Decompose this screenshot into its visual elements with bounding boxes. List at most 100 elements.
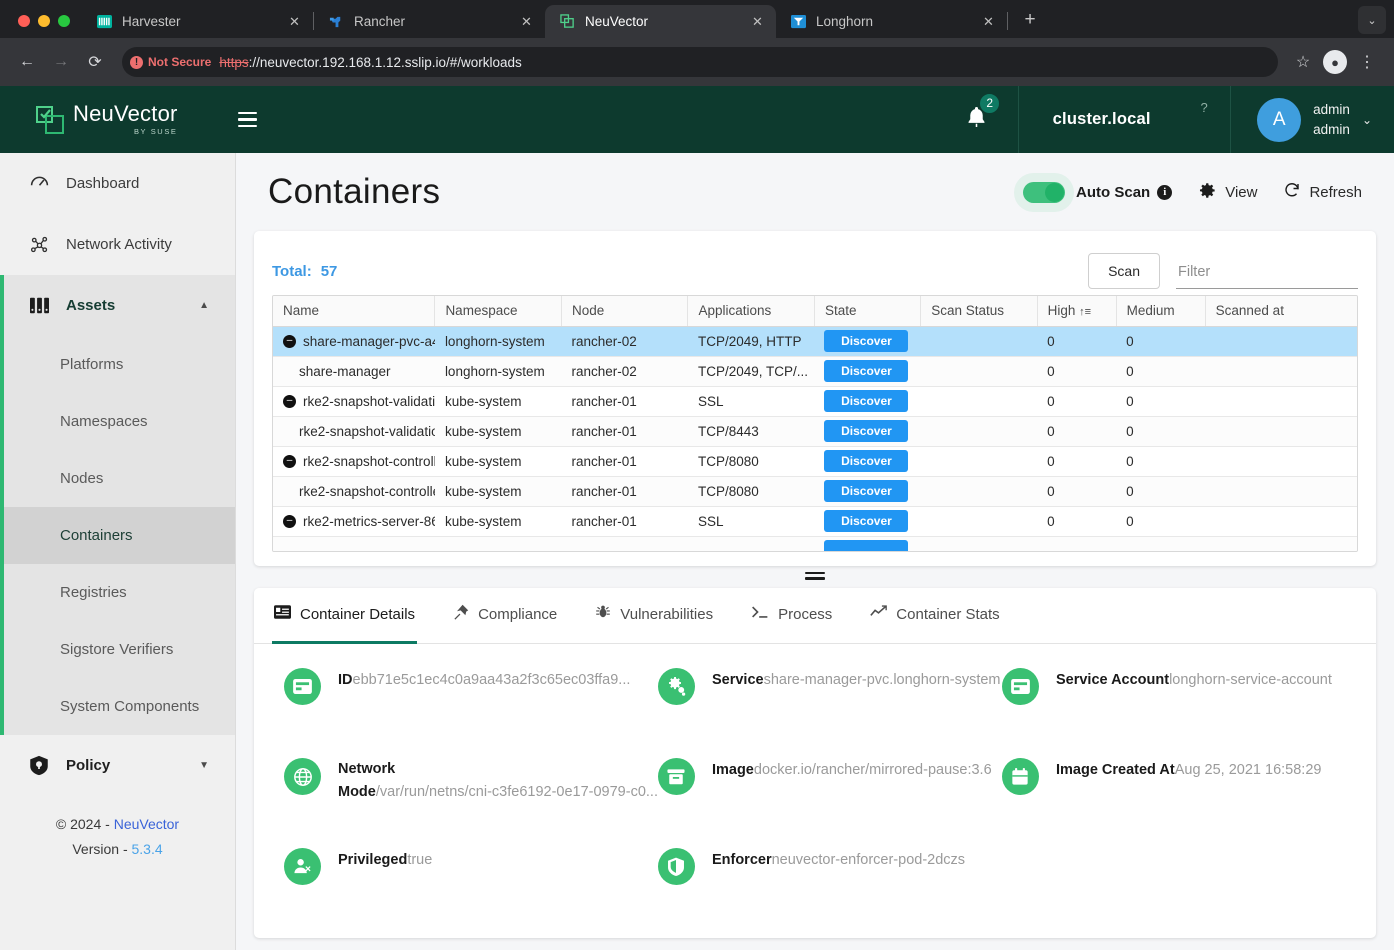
sidebar-item-label: Assets (66, 297, 116, 314)
column-header-name[interactable]: Name (273, 296, 436, 327)
state-badge[interactable]: Discover (824, 360, 909, 382)
close-icon[interactable]: ✕ (286, 13, 303, 30)
tab-container-stats[interactable]: Container Stats (868, 588, 1001, 644)
tab-container-details[interactable]: Container Details (272, 588, 418, 644)
close-window-button[interactable] (18, 15, 30, 27)
collapse-icon[interactable]: – (283, 514, 296, 528)
page-header: Containers Auto Scan i View Refresh (254, 153, 1376, 231)
table-row[interactable]: rke2-snapshot-validation kube-system ran… (273, 416, 1357, 447)
close-icon[interactable]: ✕ (980, 13, 997, 30)
sidebar-item-dashboard[interactable]: Dashboard (0, 153, 235, 214)
logo-subtitle: BY SUSE (133, 127, 178, 137)
app-logo[interactable]: NeuVector BY SUSE (0, 103, 178, 136)
maximize-window-button[interactable] (58, 15, 70, 27)
not-secure-badge[interactable]: ! Not Secure (130, 55, 211, 69)
browser-tab-label: Rancher (354, 14, 406, 29)
sidebar-item-system-components[interactable]: System Components (4, 678, 235, 735)
close-icon[interactable]: ✕ (518, 13, 535, 30)
scan-button[interactable]: Scan (1088, 253, 1160, 289)
collapse-icon[interactable]: – (283, 454, 296, 468)
row-medium: 0 (1116, 446, 1206, 477)
table-row[interactable]: rke2-snapshot-controlle kube-system ranc… (273, 476, 1357, 507)
tab-process[interactable]: Process (749, 588, 834, 644)
row-scan-status (920, 356, 1038, 387)
state-badge[interactable]: Discover (824, 510, 909, 532)
containers-table-wrapper[interactable]: Name Namespace Node Applications State S… (272, 295, 1358, 552)
tab-list-chevron-down-icon[interactable]: ⌄ (1358, 6, 1386, 34)
minimize-window-button[interactable] (38, 15, 50, 27)
notifications-button[interactable]: 2 (935, 92, 1018, 135)
table-row[interactable]: share-manager longhorn-system rancher-02… (273, 356, 1357, 387)
close-icon[interactable]: ✕ (749, 13, 766, 30)
chevron-down-icon[interactable]: ⌄ (1362, 113, 1372, 127)
globe-icon (284, 758, 321, 795)
column-header-scanned-at[interactable]: Scanned at (1205, 296, 1357, 327)
table-row[interactable]: – rke2-metrics-server-86 kube-system ranc… (273, 506, 1357, 537)
view-button[interactable]: View (1198, 181, 1257, 204)
sidebar-item-sigstore-verifiers[interactable]: Sigstore Verifiers (4, 621, 235, 678)
auto-scan-toggle[interactable]: Auto Scan i (1023, 181, 1173, 203)
address-bar[interactable]: ! Not Secure https://neuvector.192.168.1… (122, 47, 1278, 77)
browser-tab-longhorn[interactable]: Longhorn ✕ (776, 5, 1007, 38)
row-applications: TCP/2049, HTTP (687, 326, 815, 357)
user-menu[interactable]: A admin admin ⌄ (1231, 97, 1394, 142)
browser-tab-neuvector[interactable]: NeuVector ✕ (545, 5, 776, 38)
refresh-button[interactable]: Refresh (1283, 181, 1362, 203)
column-header-scan-status[interactable]: Scan Status (920, 296, 1038, 327)
table-row-partial[interactable] (273, 536, 1357, 551)
sidebar-item-policy[interactable]: Policy ▼ (0, 735, 235, 796)
column-header-high[interactable]: High ↑≡ (1037, 296, 1117, 327)
chevron-down-icon[interactable]: ▼ (199, 760, 209, 771)
browser-tab-harvester[interactable]: Harvester ✕ (82, 5, 313, 38)
panel-splitter[interactable] (254, 566, 1376, 588)
row-name: – rke2-snapshot-controll (283, 454, 435, 469)
toggle-switch[interactable] (1023, 181, 1066, 203)
avatar: A (1257, 97, 1302, 142)
column-header-node[interactable]: Node (561, 296, 689, 327)
table-row[interactable]: – share-manager-pvc-a4 longhorn-system ra… (273, 326, 1357, 357)
column-header-medium[interactable]: Medium (1116, 296, 1206, 327)
chevron-up-icon[interactable]: ▲ (199, 300, 209, 311)
filter-input[interactable]: Filter (1176, 264, 1358, 289)
tab-vulnerabilities[interactable]: Vulnerabilities (593, 588, 715, 644)
table-row[interactable]: – rke2-snapshot-validati kube-system ranc… (273, 386, 1357, 417)
row-applications: TCP/8080 (687, 446, 815, 477)
state-badge[interactable]: Discover (824, 330, 909, 352)
info-icon[interactable]: i (1157, 184, 1173, 200)
sidebar-item-assets[interactable]: Assets ▲ (4, 275, 235, 336)
reload-icon[interactable]: ⟳ (80, 47, 110, 77)
column-header-namespace[interactable]: Namespace (434, 296, 562, 327)
menu-toggle-icon[interactable] (237, 111, 257, 128)
detail-value: docker.io/rancher/mirrored-pause:3.6 (753, 762, 992, 778)
drag-handle-icon[interactable] (805, 571, 825, 583)
help-icon[interactable]: ? (1194, 98, 1214, 118)
state-badge[interactable]: Discover (824, 480, 909, 502)
state-badge[interactable]: Discover (824, 450, 909, 472)
browser-tab-rancher[interactable]: Rancher ✕ (314, 5, 545, 38)
profile-avatar[interactable]: ● (1320, 47, 1350, 77)
url-scheme: https (219, 54, 249, 70)
sidebar-item-label: Namespaces (60, 413, 148, 430)
new-tab-button[interactable]: + (1015, 5, 1045, 35)
bookmark-star-icon[interactable]: ☆ (1288, 47, 1318, 77)
collapse-icon[interactable]: – (283, 334, 296, 348)
sidebar-item-namespaces[interactable]: Namespaces (4, 393, 235, 450)
tab-compliance[interactable]: Compliance (451, 588, 559, 644)
row-scanned-at (1205, 476, 1357, 507)
state-badge[interactable]: Discover (824, 390, 909, 412)
sidebar-item-registries[interactable]: Registries (4, 564, 235, 621)
back-icon[interactable]: ← (12, 47, 42, 77)
sidebar-item-nodes[interactable]: Nodes (4, 450, 235, 507)
state-badge[interactable] (824, 540, 909, 551)
neuvector-link[interactable]: NeuVector (114, 816, 179, 832)
forward-icon[interactable]: → (46, 47, 76, 77)
state-badge[interactable]: Discover (824, 420, 909, 442)
browser-menu-icon[interactable]: ⋮ (1352, 47, 1382, 77)
table-row[interactable]: – rke2-snapshot-controll kube-system ranc… (273, 446, 1357, 477)
collapse-icon[interactable]: – (283, 394, 296, 408)
column-header-state[interactable]: State (814, 296, 922, 327)
sidebar-item-containers[interactable]: Containers (4, 507, 235, 564)
column-header-applications[interactable]: Applications (687, 296, 815, 327)
sidebar-item-platforms[interactable]: Platforms (4, 336, 235, 393)
sidebar-item-network-activity[interactable]: Network Activity (0, 214, 235, 275)
